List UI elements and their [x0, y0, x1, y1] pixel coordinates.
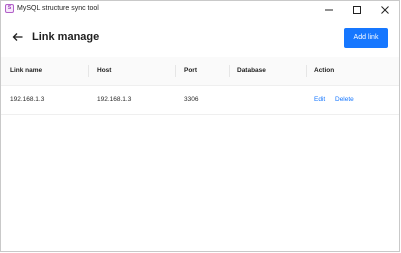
- column-divider: [229, 65, 230, 77]
- cell-link-name: 192.168.1.3: [10, 96, 45, 103]
- edit-link[interactable]: Edit: [314, 86, 325, 114]
- window-title: MySQL structure sync tool: [17, 5, 99, 12]
- window-controls: [315, 1, 399, 18]
- cell-host: 192.168.1.3: [97, 96, 132, 103]
- app-logo-icon: S: [5, 4, 14, 13]
- table-row: 192.168.1.3 192.168.1.3 3306 Edit Delete: [1, 86, 399, 115]
- page-header: Link manage Add link: [1, 24, 399, 52]
- column-header-database: Database: [237, 67, 266, 74]
- links-table: Link name Host Port Database Action 192.…: [1, 57, 399, 115]
- minimize-button[interactable]: [315, 1, 343, 18]
- delete-link[interactable]: Delete: [335, 86, 354, 114]
- arrow-left-icon[interactable]: [12, 31, 24, 43]
- title-bar: S MySQL structure sync tool: [1, 1, 399, 18]
- column-header-host: Host: [97, 67, 112, 74]
- minimize-icon: [325, 9, 333, 10]
- column-header-link-name: Link name: [10, 67, 43, 74]
- column-header-action: Action: [314, 67, 335, 74]
- app-window: S MySQL structure sync tool Link manage …: [0, 0, 400, 252]
- maximize-button[interactable]: [343, 1, 371, 18]
- column-header-port: Port: [184, 67, 197, 74]
- column-divider: [306, 65, 307, 77]
- close-button[interactable]: [371, 1, 399, 18]
- page-title: Link manage: [32, 31, 100, 43]
- maximize-icon: [353, 5, 361, 14]
- cell-port: 3306: [184, 96, 199, 103]
- close-icon: [381, 5, 389, 14]
- column-divider: [88, 65, 89, 77]
- table-header: Link name Host Port Database Action: [1, 57, 399, 86]
- add-link-button[interactable]: Add link: [344, 28, 388, 48]
- column-divider: [175, 65, 176, 77]
